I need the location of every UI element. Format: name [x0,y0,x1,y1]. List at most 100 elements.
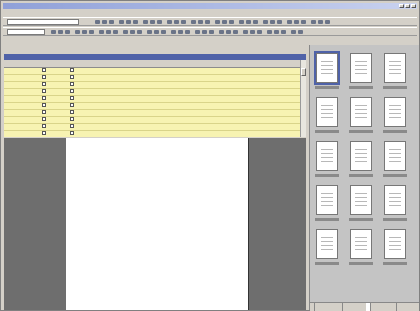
page-thumbnail[interactable] [384,97,406,127]
toolbar-icon-28[interactable] [311,20,316,24]
toolbar-icon-19[interactable] [239,20,244,24]
table-row[interactable] [4,82,300,89]
format-icon-16[interactable] [171,30,176,34]
table-row[interactable] [4,117,300,124]
row-checkbox-2[interactable] [70,131,74,135]
row-checkbox-2[interactable] [70,117,74,121]
toolbar-icon-9[interactable] [157,20,162,24]
page-thumbnail[interactable] [350,185,372,215]
table-row[interactable] [4,103,300,110]
format-icon-22[interactable] [219,30,224,34]
format-icon-13[interactable] [147,30,152,34]
format-icon-12[interactable] [137,30,142,34]
format-icon-2[interactable] [58,30,63,34]
records-grid[interactable] [4,60,300,137]
row-checkbox-2[interactable] [70,75,74,79]
table-row[interactable] [4,110,300,117]
format-icon-18[interactable] [185,30,190,34]
page-thumbnail[interactable] [316,141,338,171]
format-icon-23[interactable] [226,30,231,34]
format-icon-5[interactable] [82,30,87,34]
row-checkbox[interactable] [42,131,46,135]
format-icon-8[interactable] [106,30,111,34]
grid-vertical-scrollbar[interactable] [300,60,306,137]
table-row[interactable] [4,89,300,96]
page-thumbnail[interactable] [384,53,406,83]
format-icon-21[interactable] [209,30,214,34]
format-icon-30[interactable] [281,30,286,34]
format-icon-6[interactable] [89,30,94,34]
sidebar-tab-3[interactable] [366,303,371,311]
format-icon-26[interactable] [250,30,255,34]
page-thumbnail[interactable] [350,53,372,83]
toolbar-icon-30[interactable] [325,20,330,24]
toolbar-icon-18[interactable] [229,20,234,24]
toolbar-icon-23[interactable] [270,20,275,24]
toolbar-icon-6[interactable] [133,20,138,24]
row-checkbox-2[interactable] [70,89,74,93]
format-icon-7[interactable] [99,30,104,34]
style-combo[interactable] [7,19,79,25]
format-icon-32[interactable] [298,30,303,34]
row-checkbox[interactable] [42,103,46,107]
maximize-button[interactable] [405,4,410,8]
toolbar-icon-17[interactable] [222,20,227,24]
toolbar-icon-12[interactable] [181,20,186,24]
toolbar-icon-2[interactable] [102,20,107,24]
toolbar-icon-26[interactable] [294,20,299,24]
row-checkbox-2[interactable] [70,96,74,100]
format-icon-15[interactable] [161,30,166,34]
page-thumbnail[interactable] [350,97,372,127]
format-icon-24[interactable] [233,30,238,34]
row-checkbox[interactable] [42,75,46,79]
format-icon-29[interactable] [274,30,279,34]
table-row[interactable] [4,75,300,82]
format-icon-1[interactable] [51,30,56,34]
toolbar-icon-11[interactable] [174,20,179,24]
format-icon-28[interactable] [267,30,272,34]
page-thumbnail[interactable] [316,185,338,215]
table-row[interactable] [4,96,300,103]
row-checkbox-2[interactable] [70,124,74,128]
format-icon-31[interactable] [291,30,296,34]
row-checkbox[interactable] [42,110,46,114]
page-thumbnail[interactable] [384,229,406,259]
toolbar-icon-20[interactable] [246,20,251,24]
toolbar-icon-5[interactable] [126,20,131,24]
page-thumbnail[interactable] [316,97,338,127]
toolbar-icon-21[interactable] [253,20,258,24]
toolbar-icon-25[interactable] [287,20,292,24]
format-icon-10[interactable] [123,30,128,34]
toolbar-icon-15[interactable] [205,20,210,24]
toolbar-icon-7[interactable] [143,20,148,24]
format-icon-11[interactable] [130,30,135,34]
table-row[interactable] [4,131,300,137]
toolbar-icon-1[interactable] [95,20,100,24]
row-checkbox-2[interactable] [70,68,74,72]
row-checkbox[interactable] [42,96,46,100]
format-icon-14[interactable] [154,30,159,34]
row-checkbox[interactable] [42,82,46,86]
table-row[interactable] [4,124,300,131]
page-thumbnail[interactable] [384,141,406,171]
row-checkbox[interactable] [42,89,46,93]
format-icon-25[interactable] [243,30,248,34]
toolbar-icon-3[interactable] [109,20,114,24]
page-thumbnail[interactable] [384,185,406,215]
format-icon-17[interactable] [178,30,183,34]
sidebar-tab-4[interactable] [392,303,397,311]
page-thumbnail[interactable] [314,51,340,85]
toolbar-icon-22[interactable] [263,20,268,24]
row-checkbox[interactable] [42,68,46,72]
format-icon-20[interactable] [202,30,207,34]
format-icon-4[interactable] [75,30,80,34]
sidebar-tab-2[interactable] [338,303,343,311]
row-checkbox-2[interactable] [70,82,74,86]
row-checkbox-2[interactable] [70,103,74,107]
page-thumbnail[interactable] [350,141,372,171]
row-checkbox[interactable] [42,117,46,121]
toolbar-icon-27[interactable] [301,20,306,24]
page-thumbnail[interactable] [316,229,338,259]
scrollbar-thumb[interactable] [301,68,306,76]
format-icon-27[interactable] [257,30,262,34]
